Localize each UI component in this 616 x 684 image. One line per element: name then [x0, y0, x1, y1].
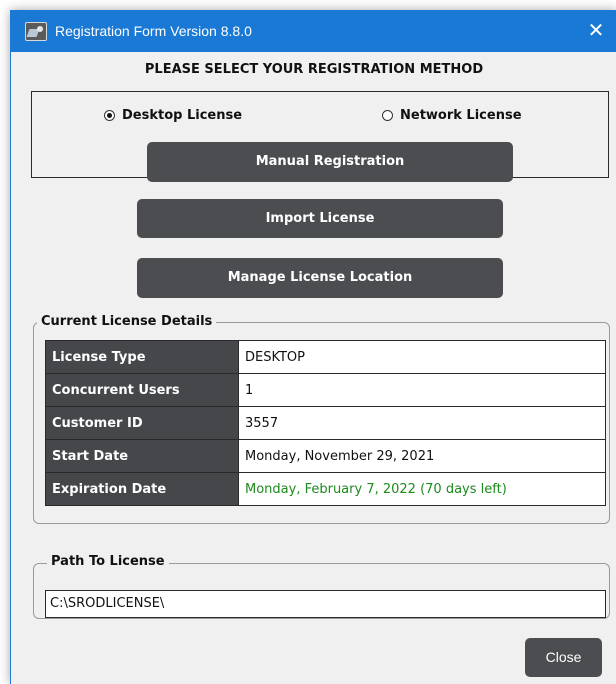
expiration-date-value: Monday, February 7, 2022 (70 days left)	[238, 472, 606, 506]
start-date-value: Monday, November 29, 2021	[238, 439, 606, 473]
manage-license-location-button[interactable]: Manage License Location	[137, 258, 503, 298]
radio-unselected-icon[interactable]	[382, 110, 393, 121]
radio-selected-icon[interactable]	[104, 110, 115, 121]
network-license-label: Network License	[400, 108, 522, 123]
license-details-table: License Type DESKTOP Concurrent Users 1 …	[45, 340, 606, 506]
customer-id-value: 3557	[238, 406, 606, 440]
concurrent-users-label: Concurrent Users	[45, 373, 239, 407]
manual-registration-button[interactable]: Manual Registration	[147, 142, 513, 182]
table-row: Start Date Monday, November 29, 2021	[45, 439, 606, 473]
table-row: Customer ID 3557	[45, 406, 606, 440]
desktop-license-label: Desktop License	[122, 108, 243, 123]
import-license-button[interactable]: Import License	[137, 199, 503, 238]
registration-method-heading: PLEASE SELECT YOUR REGISTRATION METHOD	[144, 62, 484, 77]
network-license-radio[interactable]: Network License	[382, 108, 522, 123]
title-bar[interactable]: Registration Form Version 8.8.0 ✕	[11, 10, 616, 52]
close-button[interactable]: Close	[525, 638, 602, 677]
concurrent-users-value: 1	[238, 373, 606, 407]
window-title: Registration Form Version 8.8.0	[55, 23, 252, 39]
expiration-date-label: Expiration Date	[45, 472, 239, 506]
table-row: License Type DESKTOP	[45, 340, 606, 374]
app-icon	[25, 22, 47, 41]
license-path-field[interactable]: C:\SRODLICENSE\	[45, 590, 606, 618]
table-row: Expiration Date Monday, February 7, 2022…	[45, 472, 606, 506]
customer-id-label: Customer ID	[45, 406, 239, 440]
desktop-license-radio[interactable]: Desktop License	[104, 108, 242, 123]
close-icon[interactable]: ✕	[583, 17, 609, 43]
registration-window: Registration Form Version 8.8.0 ✕ PLEASE…	[10, 10, 616, 684]
table-row: Concurrent Users 1	[45, 373, 606, 407]
license-type-label: License Type	[45, 340, 239, 374]
license-type-value: DESKTOP	[238, 340, 606, 374]
start-date-label: Start Date	[45, 439, 239, 473]
registration-method-box: Desktop License Network License Manual R…	[31, 91, 609, 182]
path-to-license-legend: Path To License	[47, 554, 169, 569]
current-license-legend: Current License Details	[37, 314, 217, 329]
